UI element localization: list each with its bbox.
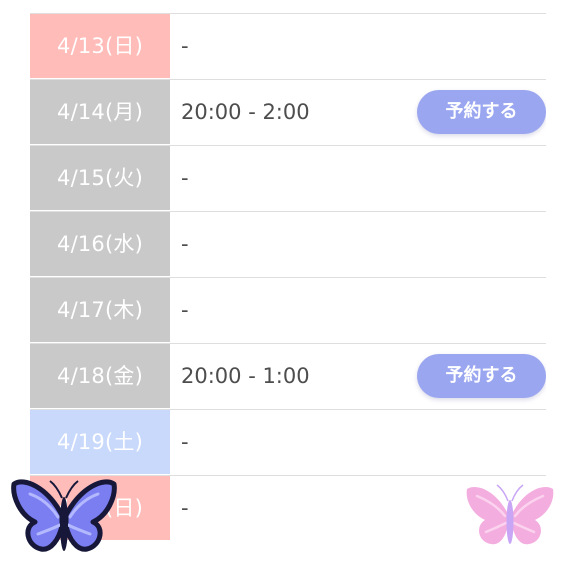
schedule-row-4-19: 4/19(土) - [30, 409, 546, 474]
reserve-button[interactable]: 予約する [417, 90, 546, 134]
schedule-row-4-16: 4/16(水) - [30, 211, 546, 276]
time-cell: 20:00 - 2:00 [181, 100, 310, 124]
date-cell: 4/17(木) [30, 278, 170, 342]
date-cell: 4/16(水) [30, 212, 170, 276]
blue-butterfly-icon [11, 479, 117, 552]
schedule-row-4-17: 4/17(木) - [30, 277, 546, 342]
time-cell: - [181, 298, 189, 322]
schedule-row-4-15: 4/15(火) - [30, 145, 546, 210]
schedule-row-4-13: 4/13(日) - [30, 13, 546, 78]
time-cell: - [181, 430, 189, 454]
date-cell: 4/14(月) [30, 80, 170, 144]
time-cell: 20:00 - 1:00 [181, 364, 310, 388]
reserve-button[interactable]: 予約する [417, 354, 546, 398]
schedule-row-4-18: 4/18(金) 20:00 - 1:00 予約する [30, 343, 546, 408]
date-cell: 4/19(土) [30, 410, 170, 474]
pink-butterfly-icon [466, 484, 554, 545]
time-cell: - [181, 166, 189, 190]
date-cell: 4/15(火) [30, 146, 170, 210]
time-cell: - [181, 232, 189, 256]
time-cell: - [181, 34, 189, 58]
schedule-row-4-14: 4/14(月) 20:00 - 2:00 予約する [30, 79, 546, 144]
date-cell: 4/13(日) [30, 14, 170, 78]
date-cell: 4/18(金) [30, 344, 170, 408]
time-cell: - [181, 496, 189, 520]
